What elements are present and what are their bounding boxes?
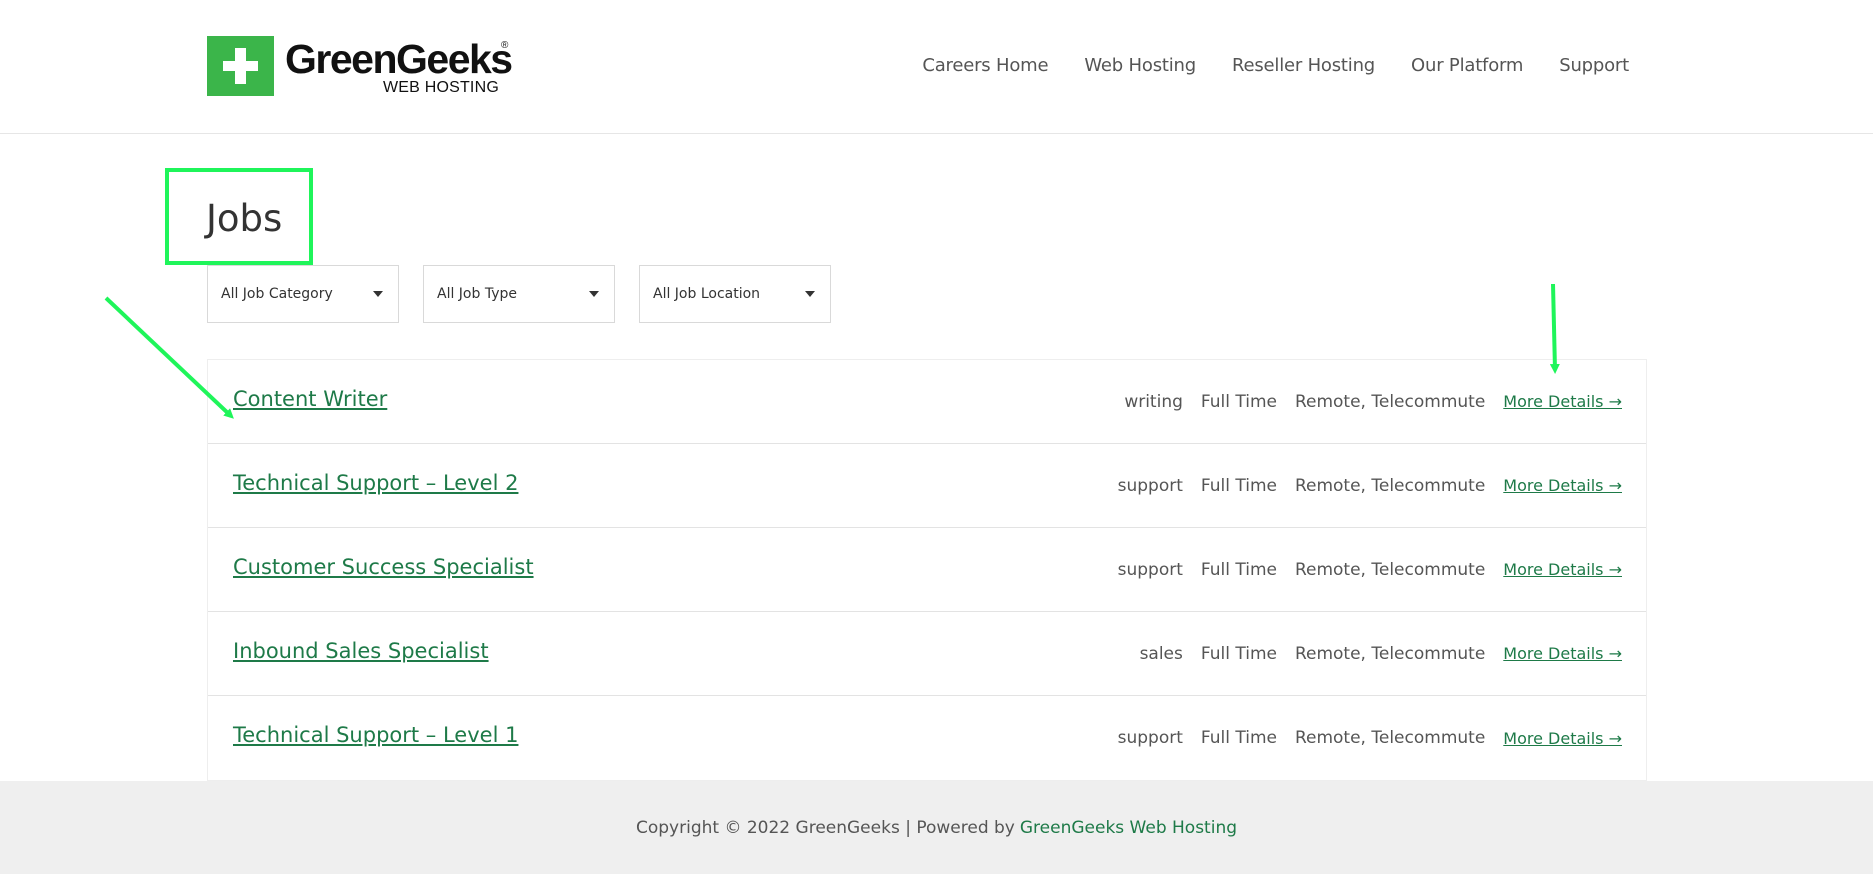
job-row: Inbound Sales Specialist sales Full Time… — [208, 612, 1646, 696]
logo-registered: ® — [501, 40, 509, 51]
site-footer: Copyright © 2022 GreenGeeks | Powered by… — [0, 781, 1873, 874]
caret-down-icon — [589, 291, 599, 297]
job-location: Remote, Telecommute — [1294, 475, 1486, 496]
job-type: Full Time — [1200, 391, 1277, 412]
job-location: Remote, Telecommute — [1294, 728, 1486, 748]
job-category: support — [1117, 728, 1183, 748]
job-title-link[interactable]: Content Writer — [233, 387, 387, 411]
nav-web-hosting[interactable]: Web Hosting — [1084, 55, 1196, 76]
job-row: Content Writer writing Full Time Remote,… — [208, 360, 1646, 444]
more-details-link[interactable]: More Details → — [1503, 560, 1622, 579]
job-filters: All Job Category All Job Type All Job Lo… — [207, 265, 831, 323]
job-location: Remote, Telecommute — [1294, 559, 1486, 580]
job-category: support — [1117, 559, 1183, 580]
nav-our-platform[interactable]: Our Platform — [1411, 55, 1523, 76]
logo-subtitle: WEB HOSTING — [383, 79, 499, 96]
more-details-link[interactable]: More Details → — [1503, 729, 1622, 748]
more-details-link[interactable]: More Details → — [1503, 392, 1622, 411]
logo-wordmark: GreenGeeks ® WEB HOSTING — [285, 36, 515, 96]
job-title-link[interactable]: Technical Support – Level 2 — [233, 471, 518, 495]
page-title: Jobs — [206, 197, 283, 240]
job-category: support — [1117, 475, 1183, 496]
nav-careers-home[interactable]: Careers Home — [922, 55, 1048, 76]
job-type: Full Time — [1200, 728, 1277, 748]
job-category: sales — [1139, 643, 1183, 664]
job-location: Remote, Telecommute — [1294, 391, 1486, 412]
caret-down-icon — [373, 291, 383, 297]
job-type-select[interactable]: All Job Type — [423, 265, 615, 323]
plus-icon — [207, 36, 274, 96]
nav-support[interactable]: Support — [1559, 55, 1629, 76]
job-row: Technical Support – Level 2 support Full… — [208, 444, 1646, 528]
job-category-value: All Job Category — [221, 286, 333, 302]
job-list: Content Writer writing Full Time Remote,… — [207, 359, 1647, 781]
job-type: Full Time — [1200, 643, 1277, 664]
more-details-link[interactable]: More Details → — [1503, 476, 1622, 495]
job-title-link[interactable]: Inbound Sales Specialist — [233, 639, 489, 663]
nav-reseller-hosting[interactable]: Reseller Hosting — [1232, 55, 1375, 76]
job-meta: support Full Time Remote, Telecommute Mo… — [1100, 476, 1622, 496]
job-type-value: All Job Type — [437, 286, 517, 302]
job-location-select[interactable]: All Job Location — [639, 265, 831, 323]
greengeeks-logo[interactable]: GreenGeeks ® WEB HOSTING — [207, 36, 515, 96]
main-nav: Careers Home Web Hosting Reseller Hostin… — [922, 55, 1629, 76]
job-category: writing — [1124, 391, 1183, 412]
logo-name: GreenGeeks — [285, 36, 513, 82]
job-category-select[interactable]: All Job Category — [207, 265, 399, 323]
job-row: Customer Success Specialist support Full… — [208, 528, 1646, 612]
job-meta: sales Full Time Remote, Telecommute More… — [1122, 644, 1622, 664]
job-row: Technical Support – Level 1 support Full… — [208, 696, 1646, 780]
more-details-link[interactable]: More Details → — [1503, 644, 1622, 663]
job-type: Full Time — [1200, 559, 1277, 580]
job-title-link[interactable]: Technical Support – Level 1 — [233, 723, 518, 747]
job-location: Remote, Telecommute — [1294, 643, 1486, 664]
site-header: GreenGeeks ® WEB HOSTING Careers Home We… — [0, 0, 1873, 134]
job-meta: support Full Time Remote, Telecommute Mo… — [1100, 560, 1622, 580]
annotation-arrow-right — [1549, 283, 1560, 374]
job-meta: support Full Time Remote, Telecommute Mo… — [1100, 728, 1622, 748]
caret-down-icon — [805, 291, 815, 297]
copyright-text: Copyright © 2022 GreenGeeks | Powered by — [635, 817, 1015, 838]
job-title-link[interactable]: Customer Success Specialist — [233, 555, 534, 579]
job-type: Full Time — [1200, 475, 1277, 496]
job-location-value: All Job Location — [653, 286, 761, 302]
footer-hosting-link[interactable]: GreenGeeks Web Hosting — [1020, 818, 1237, 838]
job-meta: writing Full Time Remote, Telecommute Mo… — [1106, 392, 1622, 412]
